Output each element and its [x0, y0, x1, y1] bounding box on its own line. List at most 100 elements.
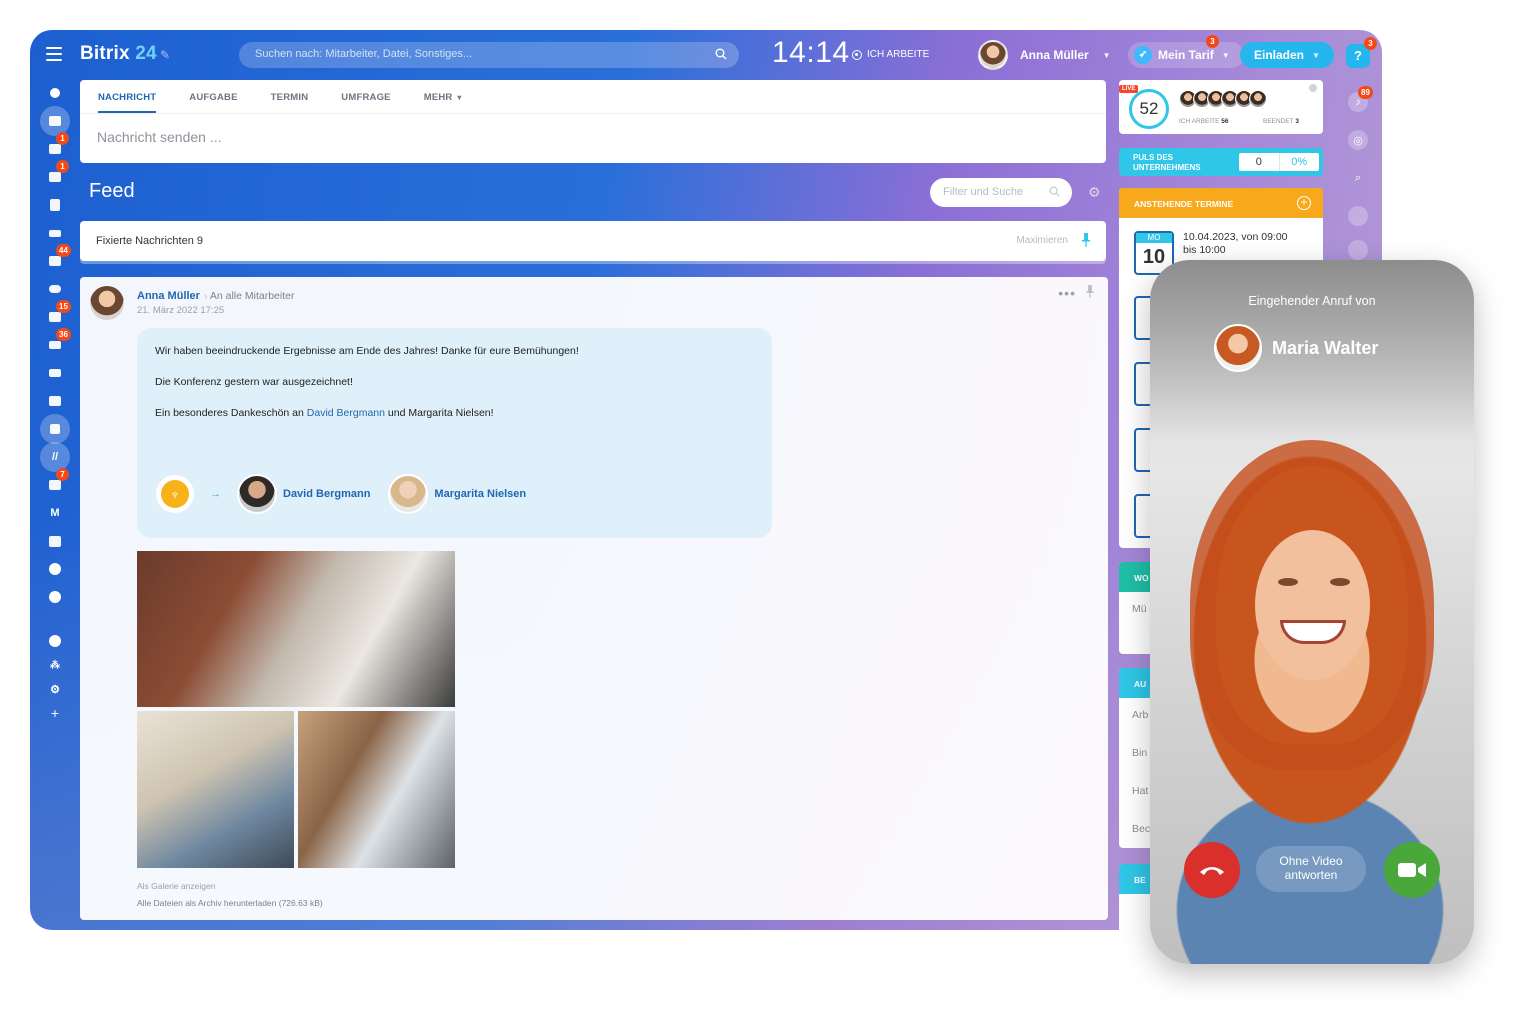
message-line: Wir haben beeindruckende Ergebnisse am E…: [155, 345, 579, 357]
filter-input[interactable]: Filter und Suche: [930, 178, 1072, 207]
tab-termin[interactable]: TERMIN: [271, 80, 309, 113]
user-menu[interactable]: Anna Müller ▼: [978, 40, 1111, 70]
calendar-icon[interactable]: 1: [46, 160, 69, 186]
close-icon[interactable]: [1309, 84, 1317, 92]
chevron-down-icon: ▼: [1102, 50, 1111, 60]
caller-photo-eye: [1330, 578, 1350, 586]
feed-post: Anna Müller › An alle Mitarbeiter 21. Mä…: [80, 277, 1108, 920]
author-avatar[interactable]: [90, 286, 124, 320]
marketing-icon[interactable]: M: [46, 504, 64, 522]
avatar: [1249, 90, 1267, 108]
pulse-values: 0 0%: [1239, 153, 1319, 171]
praised-person[interactable]: David Bergmann: [237, 474, 370, 514]
feed-title: Feed: [89, 180, 135, 202]
drive-icon[interactable]: [46, 224, 64, 242]
document-icon[interactable]: [46, 196, 64, 214]
gear-icon[interactable]: ⚙: [46, 680, 64, 698]
contact-card-icon[interactable]: [46, 392, 64, 410]
live-widget[interactable]: LIVE 52 ICH ARBEITE 56 BEENDET 3: [1119, 80, 1323, 134]
finished-count: BEENDET 3: [1263, 118, 1300, 125]
tab-mehr[interactable]: MEHR ▾: [424, 80, 462, 113]
structure-icon[interactable]: ⁂: [46, 656, 64, 674]
add-event-icon[interactable]: +: [1297, 196, 1311, 210]
gallery-view-link[interactable]: Als Galerie anzeigen: [137, 881, 215, 891]
composer-tabs: NACHRICHT AUFGABE TERMIN UMFRAGE MEHR ▾: [80, 80, 1106, 114]
app-logo[interactable]: Bitrix 24: [80, 43, 157, 65]
pen-icon[interactable]: ✎: [160, 48, 170, 62]
sites-icon[interactable]: //: [46, 448, 64, 466]
tab-umfrage[interactable]: UMFRAGE: [341, 80, 390, 113]
employee-avatars: [1179, 90, 1267, 108]
clock[interactable]: 14:14: [772, 36, 850, 70]
bell-icon[interactable]: ♪ 89: [1348, 86, 1373, 112]
target-icon[interactable]: [46, 560, 64, 578]
invite-button[interactable]: Einladen ▼: [1240, 42, 1334, 68]
gallery-photo[interactable]: [137, 551, 455, 707]
arrow-right-icon: →: [210, 488, 221, 500]
contact-avatar[interactable]: [1348, 240, 1368, 260]
hang-up-icon: [1200, 867, 1224, 875]
appreciation-row: ♆ → David Bergmann Margarita Nielsen: [156, 474, 532, 514]
search-input[interactable]: Suchen nach: Mitarbeiter, Datei, Sonstig…: [239, 42, 739, 68]
maximize-link[interactable]: Maximieren: [1016, 235, 1068, 246]
tab-aufgabe[interactable]: AUFGABE: [189, 80, 237, 113]
tariff-badge: 3: [1206, 35, 1219, 48]
incoming-call-phone: Eingehender Anruf von Maria Walter Ohne …: [1150, 260, 1474, 964]
tariff-button[interactable]: ➶ Mein Tarif ▼ 3: [1128, 35, 1244, 68]
search-icon[interactable]: [1049, 186, 1060, 197]
live-count: 52: [1129, 89, 1169, 129]
bot-icon[interactable]: 7: [46, 468, 69, 494]
company-icon[interactable]: [46, 532, 64, 550]
groups-icon[interactable]: [46, 280, 64, 298]
caller-photo-face: [1255, 530, 1370, 680]
cart-icon[interactable]: [46, 364, 64, 382]
share-icon[interactable]: [46, 84, 64, 102]
praised-person[interactable]: Margarita Nielsen: [388, 474, 526, 514]
tasks-icon[interactable]: 15: [46, 300, 71, 326]
gallery-photo[interactable]: [137, 711, 294, 868]
search-icon[interactable]: [715, 48, 727, 60]
tab-nachricht[interactable]: NACHRICHT: [98, 80, 157, 113]
download-archive-link[interactable]: Alle Dateien als Archiv herunterladen (7…: [137, 898, 323, 908]
feed-icon[interactable]: [46, 112, 64, 130]
user-avatar: [978, 40, 1008, 70]
message-input[interactable]: Nachricht senden ...: [80, 114, 1106, 160]
photo-gallery: [137, 551, 455, 868]
chat-bubble-icon[interactable]: ◎: [1348, 130, 1368, 150]
answer-without-video-button[interactable]: Ohne Video antworten: [1256, 846, 1366, 892]
menu-icon[interactable]: [46, 47, 62, 61]
pin-icon[interactable]: [1082, 233, 1090, 247]
post-author[interactable]: Anna Müller: [137, 290, 200, 302]
mail-icon[interactable]: 44: [46, 244, 71, 270]
contact-avatar[interactable]: [1348, 206, 1368, 226]
left-sidebar: 1 1 44 15 36 // 7 M ⁂ ⚙ +: [30, 80, 80, 930]
accept-video-call-button[interactable]: [1384, 842, 1440, 898]
post-message: Wir haben beeindruckende Ergebnisse am E…: [137, 328, 772, 538]
caller-avatar: [1214, 324, 1262, 372]
caller-name: Maria Walter: [1272, 337, 1379, 358]
gallery-photo[interactable]: [298, 711, 455, 868]
mention-link[interactable]: David Bergmann: [307, 407, 385, 419]
work-status[interactable]: ICH ARBEITE: [852, 49, 929, 60]
rocket-icon: ➶: [1134, 46, 1152, 64]
more-icon[interactable]: •••: [1058, 285, 1076, 301]
events-header: ANSTEHENDE TERMINE +: [1119, 188, 1323, 218]
feed-settings-icon[interactable]: ⚙: [1088, 184, 1101, 201]
decline-call-button[interactable]: [1184, 842, 1240, 898]
box-icon[interactable]: [46, 420, 64, 438]
event-time[interactable]: 10.04.2023, von 09:00 bis 10:00: [1183, 231, 1288, 257]
search-icon[interactable]: ⌕: [1348, 168, 1368, 188]
company-pulse[interactable]: PULS DES UNTERNEHMENS 0 0%: [1119, 148, 1323, 176]
help-icon[interactable]: [46, 632, 64, 650]
pinned-messages[interactable]: Fixierte Nachrichten 9 Maximieren: [80, 221, 1106, 261]
chat-icon[interactable]: 1: [46, 132, 69, 158]
avatar: [237, 474, 277, 514]
post-date[interactable]: 21. März 2022 17:25: [137, 305, 224, 316]
pin-icon[interactable]: [1086, 285, 1094, 298]
check-circle-icon[interactable]: [46, 588, 64, 606]
crm-filter-icon[interactable]: 36: [46, 328, 71, 354]
plus-icon[interactable]: +: [46, 704, 64, 722]
chevron-down-icon: ▾: [457, 93, 462, 102]
avatar: [388, 474, 429, 514]
live-tag: LIVE: [1119, 85, 1139, 93]
